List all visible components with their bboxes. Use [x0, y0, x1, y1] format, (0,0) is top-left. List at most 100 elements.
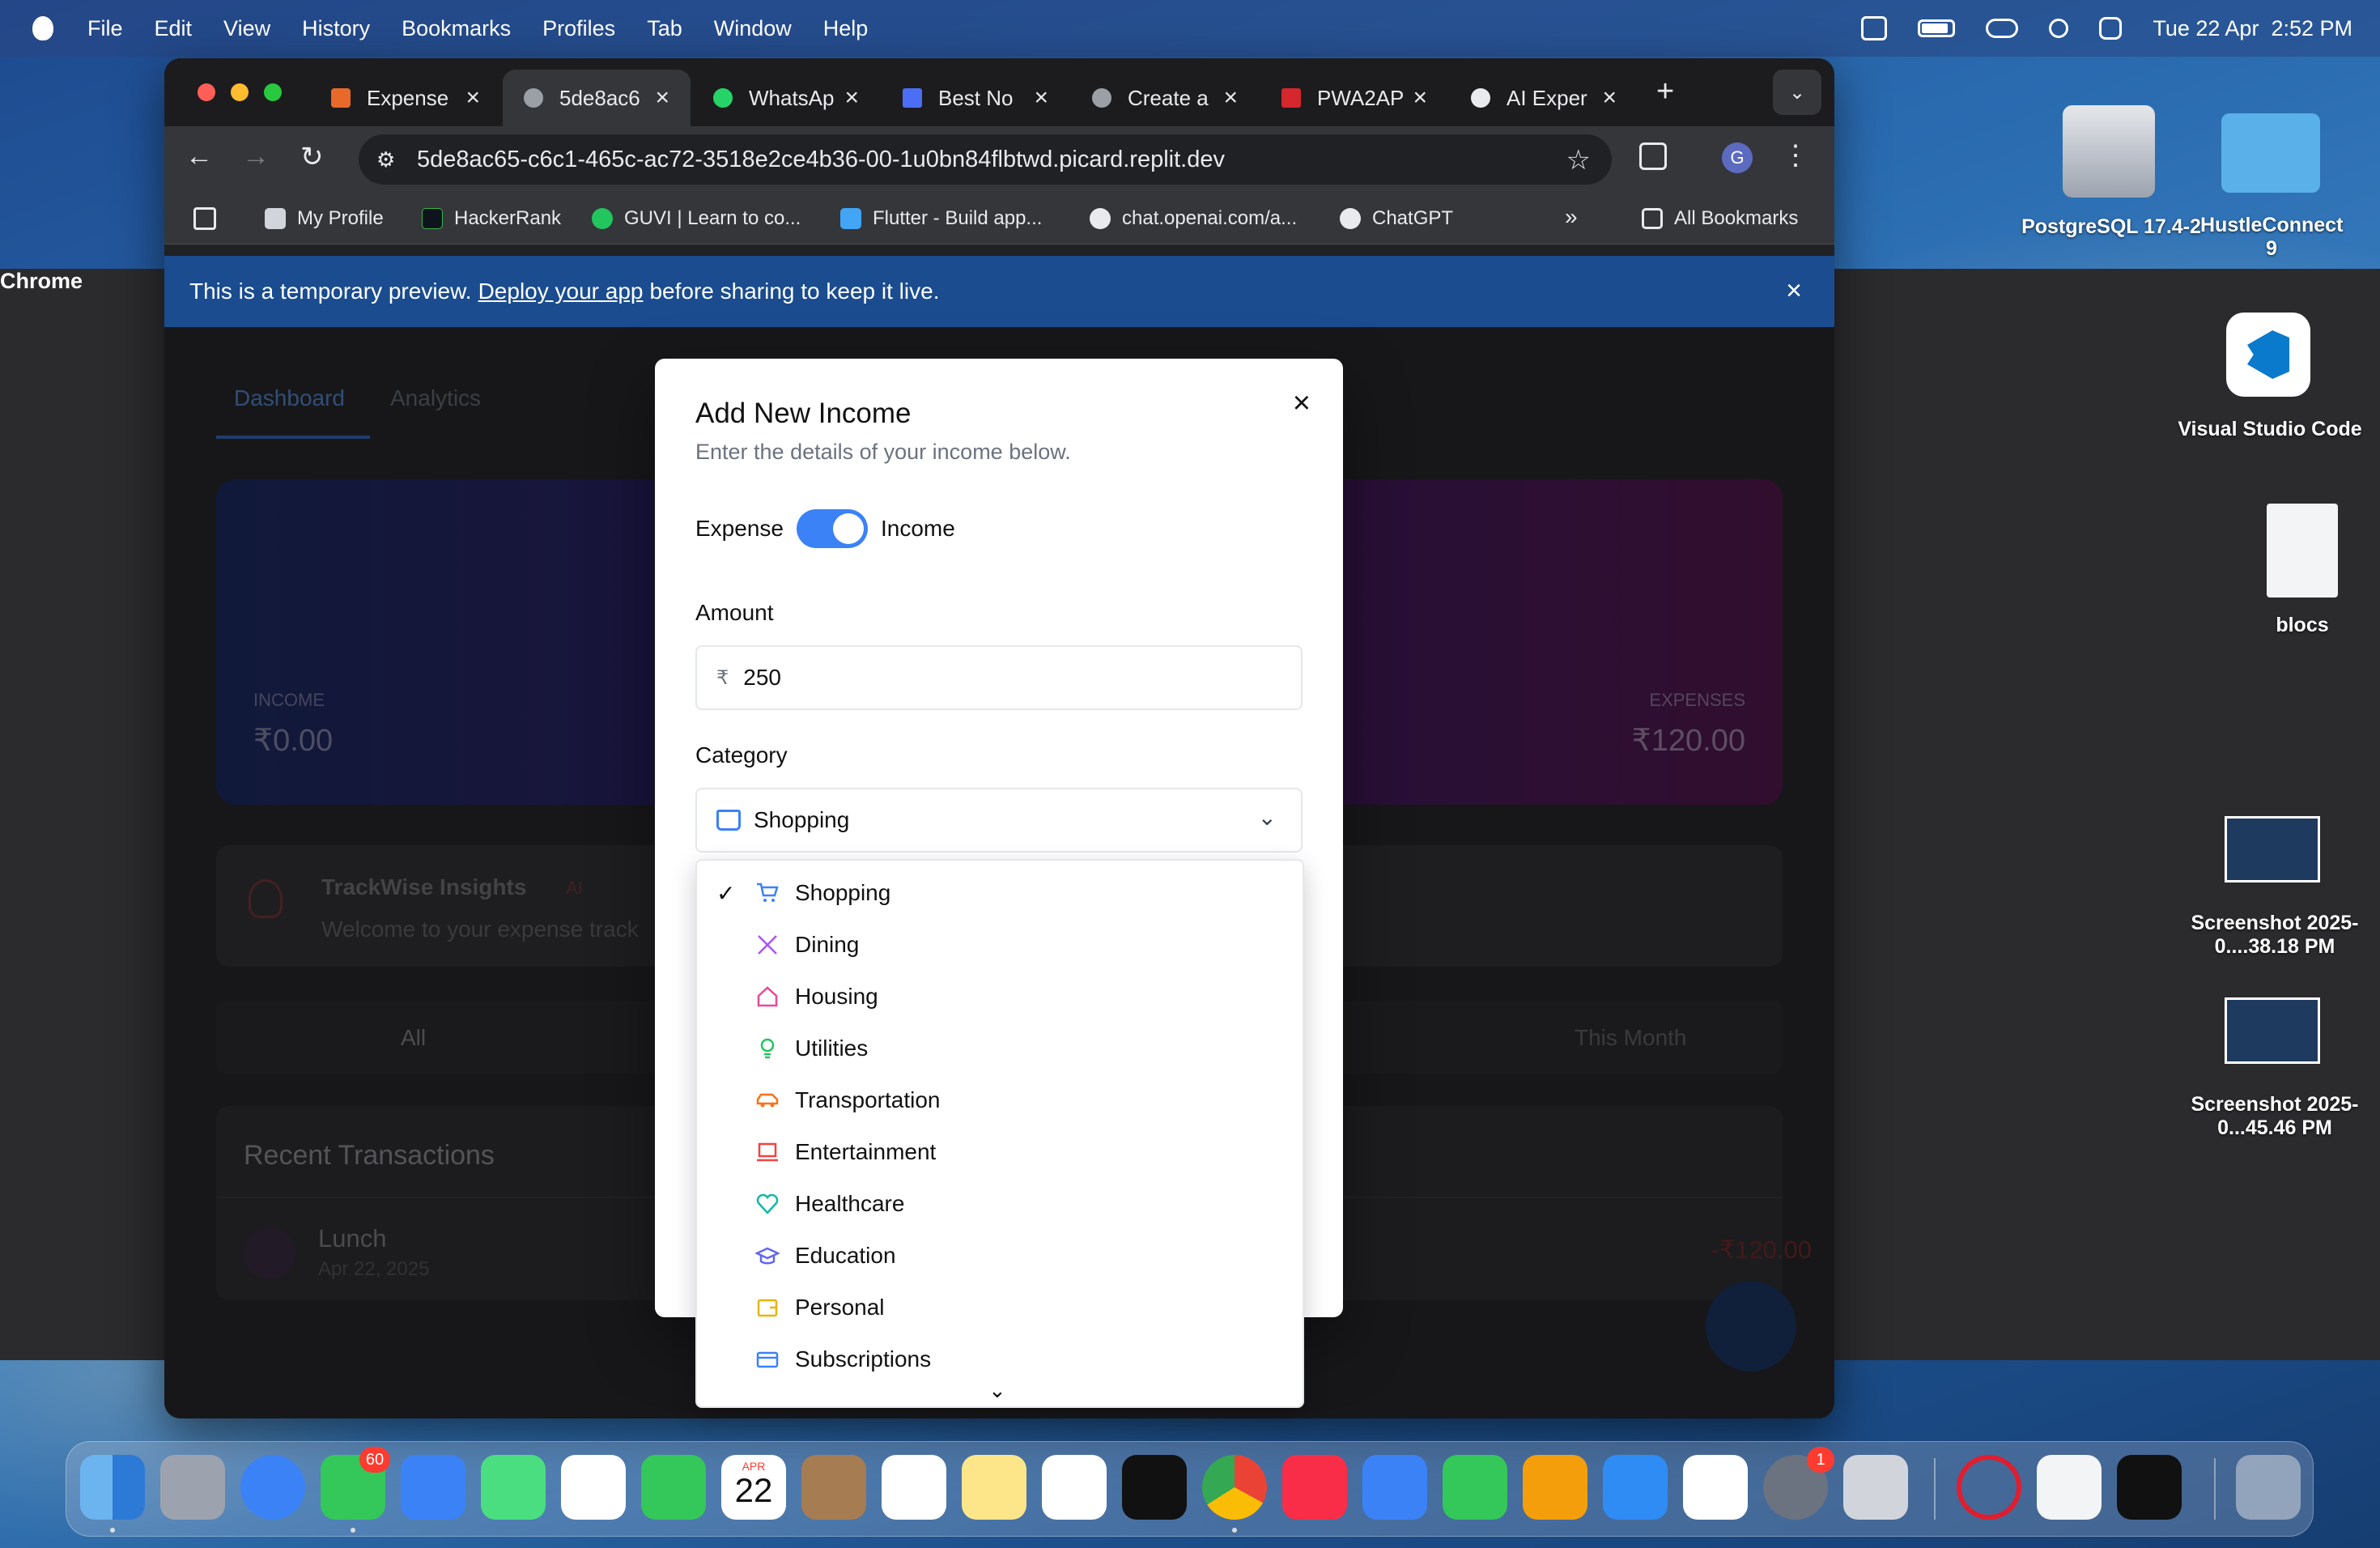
banner-close-icon[interactable]: ×	[1786, 275, 1802, 307]
trash-icon[interactable]	[2236, 1455, 2301, 1520]
category-option-entertainment[interactable]: Entertainment	[697, 1126, 1303, 1178]
screenshot-thumbnail-icon[interactable]	[2225, 816, 2320, 882]
clock[interactable]: Tue 22 Apr 2:52 PM	[2153, 16, 2352, 41]
music-icon[interactable]	[1282, 1455, 1347, 1520]
tab-close-icon[interactable]: ×	[844, 84, 859, 112]
tab-close-icon[interactable]: ×	[465, 84, 480, 112]
screenshot-thumbnail-icon[interactable]	[2225, 997, 2320, 1064]
numbers-icon[interactable]	[1443, 1455, 1507, 1520]
bookmark-star-icon[interactable]: ☆	[1566, 144, 1591, 176]
menu-window[interactable]: Window	[714, 16, 792, 41]
tab-create[interactable]: Create a ×	[1071, 70, 1259, 126]
minimize-window-button[interactable]	[231, 83, 249, 101]
more-bookmarks-icon[interactable]: »	[1565, 204, 1578, 230]
apple-tv-icon[interactable]	[1122, 1455, 1187, 1520]
bookmark-guvi[interactable]: GUVI | Learn to co...	[592, 207, 801, 230]
menu-tab[interactable]: Tab	[647, 16, 682, 41]
new-tab-button[interactable]: +	[1656, 74, 1674, 109]
tab-close-icon[interactable]: ×	[1034, 84, 1048, 112]
bookmark-chatgpt[interactable]: ChatGPT	[1340, 207, 1453, 230]
desktop-vscode[interactable]: Visual Studio Code	[2170, 418, 2370, 441]
zoom-window-button[interactable]	[264, 83, 282, 101]
finder-icon[interactable]	[80, 1455, 145, 1520]
scroll-down-chevron-icon[interactable]: ⌄	[988, 1378, 1006, 1403]
freeform-icon[interactable]	[1042, 1455, 1107, 1520]
apple-icon[interactable]	[32, 16, 53, 40]
search-icon[interactable]	[2049, 19, 2069, 38]
desktop-blocs[interactable]: blocs	[2234, 614, 2370, 637]
extensions-icon[interactable]	[1639, 142, 1667, 170]
address-bar[interactable]: ⚙ 5de8ac65-c6c1-465c-ac72-3518e2ce4b36-0…	[359, 134, 1612, 185]
tab-best-no[interactable]: Best No ×	[882, 70, 1069, 126]
back-arrow-icon[interactable]: ←	[185, 141, 213, 172]
tab-replit-preview[interactable]: 5de8ac6 ×	[503, 70, 691, 126]
menu-history[interactable]: History	[302, 16, 370, 41]
forward-arrow-icon[interactable]: →	[242, 141, 270, 172]
apps-grid-icon[interactable]	[193, 207, 216, 230]
calendar-icon[interactable]: APR 22	[721, 1455, 786, 1520]
all-bookmarks-folder[interactable]: All Bookmarks	[1642, 207, 1798, 230]
category-option-healthcare[interactable]: Healthcare	[697, 1178, 1303, 1230]
safari-icon[interactable]	[240, 1455, 305, 1520]
iphone-mirroring-icon[interactable]	[1843, 1455, 1908, 1520]
screen-mirroring-icon[interactable]	[1986, 19, 2019, 38]
menu-help[interactable]: Help	[823, 16, 869, 41]
menu-edit[interactable]: Edit	[155, 16, 193, 41]
text-input-icon[interactable]	[1861, 16, 1888, 40]
chrome-icon[interactable]	[1202, 1455, 1267, 1520]
menu-view[interactable]: View	[223, 16, 270, 41]
textedit-icon[interactable]	[2037, 1455, 2102, 1520]
maps-icon[interactable]	[481, 1455, 546, 1520]
reload-icon[interactable]: ↻	[300, 141, 324, 173]
unity-icon[interactable]	[2117, 1455, 2182, 1520]
tab-expense[interactable]: Expense ×	[310, 70, 501, 126]
bookmark-my-profile[interactable]: My Profile	[265, 207, 384, 230]
close-icon[interactable]: ×	[1293, 386, 1311, 421]
tab-ai-expert[interactable]: AI Exper ×	[1450, 70, 1638, 126]
amount-value[interactable]: 250	[743, 665, 781, 691]
desktop-postgresql[interactable]: PostgreSQL 17.4-2	[2014, 215, 2208, 239]
desktop-screenshot-1[interactable]: Screenshot 2025-0....38.18 PM	[2170, 912, 2380, 959]
category-option-housing[interactable]: Housing	[697, 971, 1303, 1023]
url-text[interactable]: 5de8ac65-c6c1-465c-ac72-3518e2ce4b36-00-…	[417, 147, 1225, 173]
tab-close-icon[interactable]: ×	[1602, 84, 1617, 112]
document-icon[interactable]	[2267, 504, 2338, 598]
category-option-utilities[interactable]: Utilities	[697, 1023, 1303, 1074]
category-option-dining[interactable]: Dining	[697, 919, 1303, 971]
mail-icon[interactable]	[401, 1455, 465, 1520]
desktop-screenshot-2[interactable]: Screenshot 2025-0...45.46 PM	[2170, 1093, 2380, 1140]
desktop-hustleconnect[interactable]: HustleConnect 9	[2200, 214, 2343, 261]
drive-icon[interactable]	[2063, 105, 2155, 198]
launchpad-icon[interactable]	[160, 1455, 225, 1520]
type-switch[interactable]	[796, 509, 868, 548]
tab-close-icon[interactable]: ×	[655, 84, 669, 112]
pages-icon[interactable]	[1523, 1455, 1587, 1520]
site-settings-icon[interactable]: ⚙	[376, 147, 395, 172]
tab-pwa2ap[interactable]: PWA2AP ×	[1260, 70, 1448, 126]
photos-icon[interactable]	[561, 1455, 626, 1520]
category-option-shopping[interactable]: ✓ Shopping	[697, 867, 1303, 919]
menu-profiles[interactable]: Profiles	[542, 16, 615, 41]
profile-avatar[interactable]: G	[1722, 142, 1753, 173]
control-center-icon[interactable]	[2099, 17, 2123, 40]
tab-close-icon[interactable]: ×	[1223, 84, 1238, 112]
vscode-icon[interactable]	[2226, 313, 2310, 397]
reminders-icon[interactable]	[882, 1455, 946, 1520]
category-option-education[interactable]: Education	[697, 1230, 1303, 1282]
bookmark-flutter[interactable]: Flutter - Build app...	[840, 207, 1042, 230]
amount-input[interactable]: ₹ 250	[695, 645, 1303, 710]
deploy-link[interactable]: Deploy your app	[478, 279, 644, 304]
bookmark-hackerrank[interactable]: HackerRank	[422, 207, 561, 230]
menu-file[interactable]: File	[87, 16, 123, 41]
tab-close-icon[interactable]: ×	[1413, 84, 1427, 112]
bookmark-chat-openai[interactable]: chat.openai.com/a...	[1090, 207, 1297, 230]
close-window-button[interactable]	[198, 83, 215, 101]
menu-bookmarks[interactable]: Bookmarks	[402, 16, 511, 41]
contacts-icon[interactable]	[801, 1455, 866, 1520]
tab-whatsapp[interactable]: WhatsAp ×	[692, 70, 880, 126]
category-select[interactable]: Shopping ⌄	[695, 788, 1303, 853]
facetime-icon[interactable]	[641, 1455, 706, 1520]
notes-icon[interactable]	[962, 1455, 1026, 1520]
folder-icon[interactable]	[2221, 113, 2320, 193]
vscode-icon[interactable]	[1683, 1455, 1748, 1520]
